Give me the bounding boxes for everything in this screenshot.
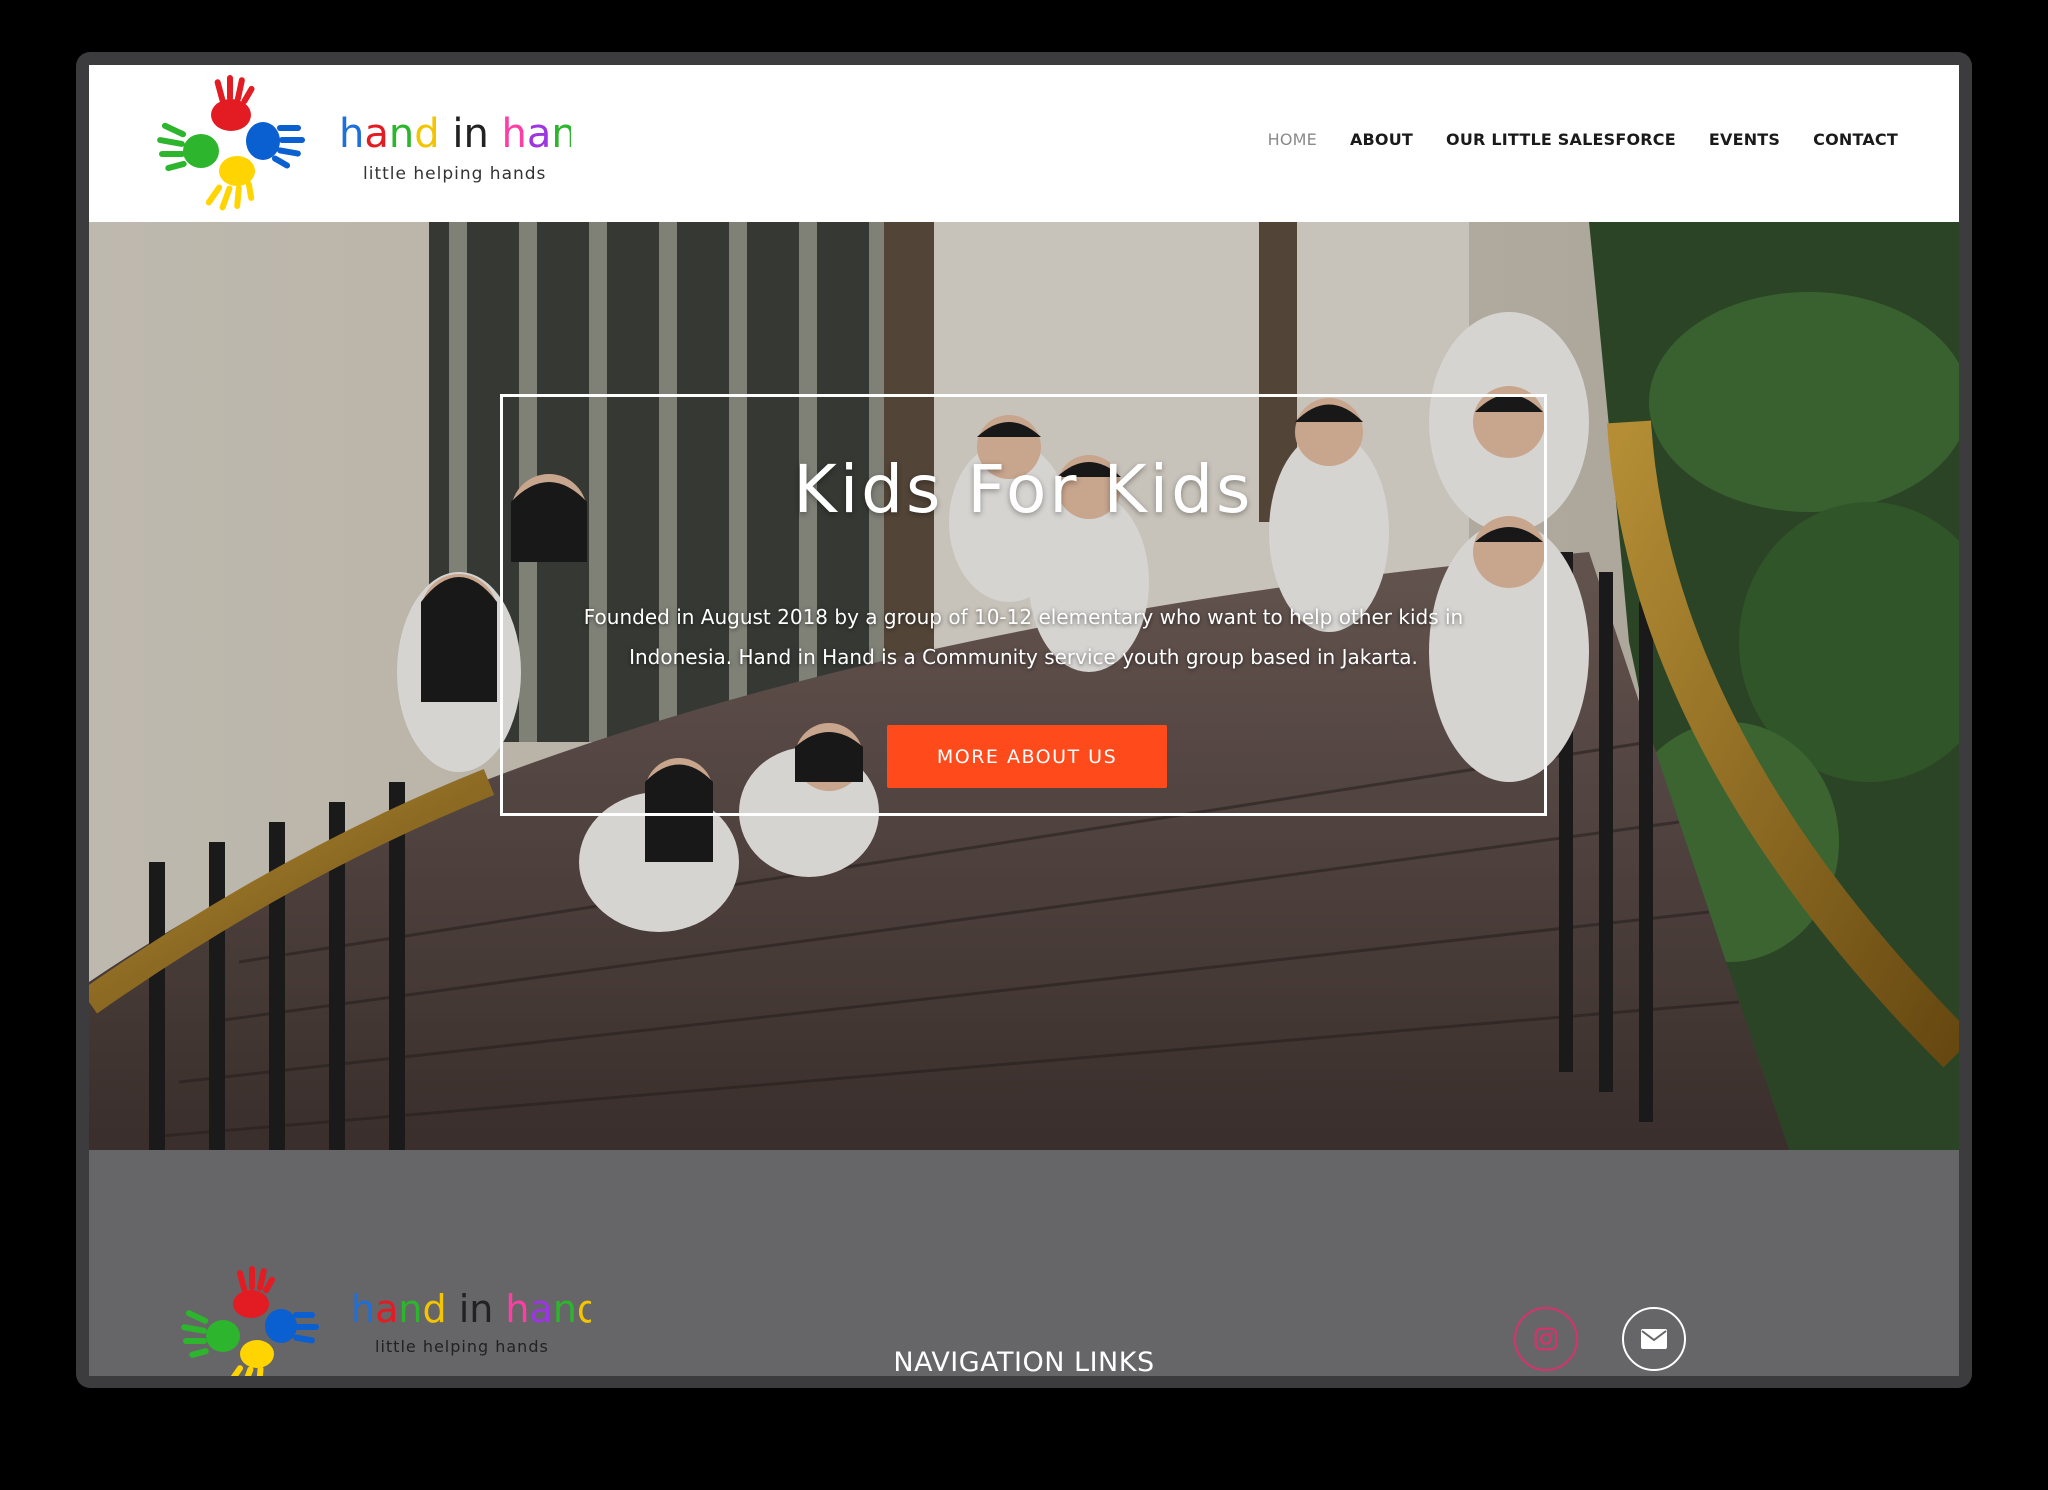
svg-text:hand in hand: hand in hand (351, 1287, 591, 1331)
svg-text:little helping hands: little helping hands (363, 164, 546, 184)
nav-our-little-salesforce[interactable]: OUR LITTLE SALESFORCE (1446, 130, 1676, 149)
nav-events[interactable]: EVENTS (1709, 130, 1780, 149)
main-navigation: HOME ABOUT OUR LITTLE SALESFORCE EVENTS … (1268, 130, 1898, 149)
more-about-us-button[interactable]: MORE ABOUT US (887, 725, 1167, 788)
hero-section: Kids For Kids Founded in August 2018 by … (89, 222, 1959, 1150)
hero-description: Founded in August 2018 by a group of 10-… (583, 605, 1464, 669)
svg-text:hand in hand: hand in hand (339, 111, 571, 157)
mail-icon (1641, 1329, 1667, 1349)
hero-title: Kids For Kids (793, 451, 1254, 528)
site-header: hand in hand little helping hands HOME A… (89, 65, 1959, 222)
hands-logo-icon: hand in hand little helping hands (157, 75, 602, 211)
nav-contact[interactable]: CONTACT (1813, 130, 1898, 149)
email-link[interactable] (1622, 1307, 1686, 1371)
instagram-link[interactable] (1514, 1307, 1578, 1371)
site-footer: hand in hand little helping hands NAVIGA… (89, 1150, 1959, 1376)
nav-home[interactable]: HOME (1268, 130, 1317, 149)
instagram-icon (1534, 1327, 1558, 1351)
hero-content-box: Kids For Kids Founded in August 2018 by … (500, 394, 1547, 816)
site-logo[interactable]: hand in hand little helping hands (151, 73, 602, 213)
nav-about[interactable]: ABOUT (1350, 130, 1413, 149)
page-viewport: hand in hand little helping hands HOME A… (89, 65, 1959, 1376)
